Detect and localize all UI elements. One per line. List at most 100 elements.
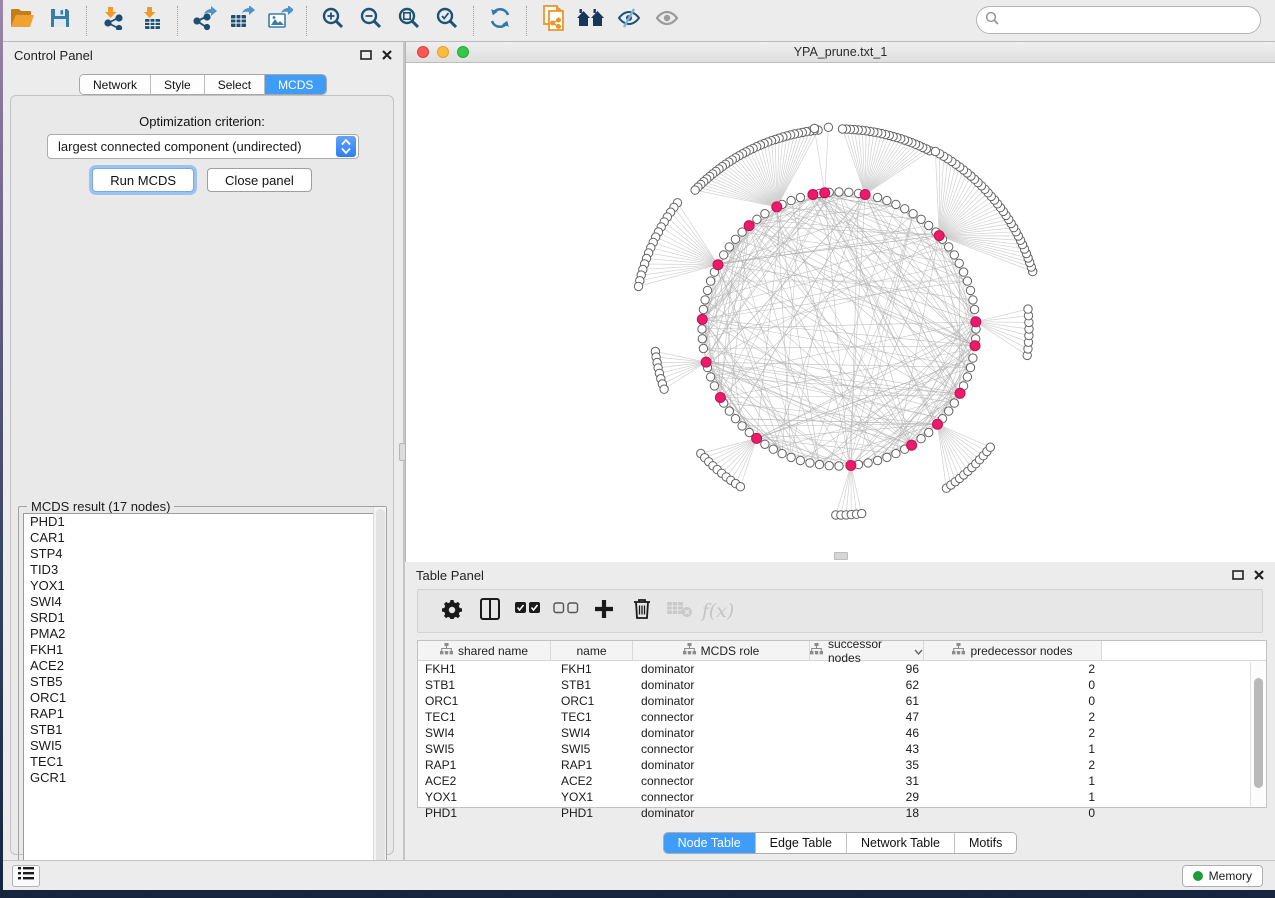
- search-input[interactable]: [1004, 13, 1260, 28]
- hide-selected-button[interactable]: [612, 5, 646, 37]
- table-row[interactable]: RAP1RAP1dominator352: [418, 757, 1266, 773]
- control-panel: Control Panel Network Style Select MCDS …: [3, 42, 403, 860]
- memory-button[interactable]: Memory: [1182, 865, 1263, 887]
- column-header-predecessor-nodes[interactable]: predecessor nodes: [924, 641, 1102, 660]
- result-list-item[interactable]: SRD1: [24, 610, 381, 626]
- table-row[interactable]: FKH1FKH1dominator962: [418, 661, 1266, 677]
- result-list-item[interactable]: STP4: [24, 546, 381, 562]
- table-cell: STB1: [418, 677, 551, 693]
- result-list-item[interactable]: YOX1: [24, 578, 381, 594]
- unselect-all-button[interactable]: [547, 594, 585, 628]
- delete-column-button[interactable]: [623, 594, 661, 628]
- network-splitter-handle[interactable]: [834, 552, 848, 560]
- mcds-result-list[interactable]: PHD1CAR1STP4TID3YOX1SWI4SRD1PMA2FKH1ACE2…: [23, 513, 382, 875]
- open-file-button[interactable]: [5, 5, 39, 37]
- close-panel-icon[interactable]: [1253, 568, 1265, 586]
- optimization-criterion-label: Optimization criterion:: [11, 114, 393, 129]
- close-panel-icon[interactable]: [381, 48, 393, 66]
- show-columns-button[interactable]: [471, 594, 509, 628]
- table-row[interactable]: TEC1TEC1connector472: [418, 709, 1266, 725]
- column-header-name[interactable]: name: [551, 641, 633, 660]
- tab-style[interactable]: Style: [151, 75, 205, 94]
- result-list-item[interactable]: PHD1: [24, 514, 381, 530]
- table-cell: 2: [924, 709, 1102, 725]
- zoom-out-button[interactable]: [354, 5, 388, 37]
- table-row[interactable]: SWI5SWI5connector431: [418, 741, 1266, 757]
- scrollbar-thumb[interactable]: [376, 509, 385, 877]
- search-icon: [985, 11, 999, 30]
- column-tree-icon: [952, 643, 965, 658]
- mcds-result-scrollbar[interactable]: [373, 507, 386, 879]
- tab-edge-table[interactable]: Edge Table: [756, 833, 847, 853]
- import-table-icon: [139, 6, 163, 35]
- table-row[interactable]: PHD1PHD1dominator180: [418, 805, 1266, 821]
- table-settings-button[interactable]: [433, 594, 471, 628]
- zoom-selected-button[interactable]: [430, 5, 464, 37]
- show-all-button[interactable]: [650, 5, 684, 37]
- result-list-item[interactable]: STB1: [24, 722, 381, 738]
- zoom-in-button[interactable]: [316, 5, 350, 37]
- result-list-item[interactable]: FKH1: [24, 642, 381, 658]
- table-scrollbar[interactable]: [1250, 662, 1265, 806]
- result-list-item[interactable]: ORC1: [24, 690, 381, 706]
- save-session-button[interactable]: [43, 5, 77, 37]
- create-column-button[interactable]: [585, 594, 623, 628]
- tab-select[interactable]: Select: [205, 75, 265, 94]
- column-tree-icon: [810, 643, 823, 658]
- table-cell: ACE2: [551, 773, 633, 789]
- result-list-item[interactable]: ACE2: [24, 658, 381, 674]
- result-list-item[interactable]: TEC1: [24, 754, 381, 770]
- optimization-criterion-select[interactable]: largest connected component (undirected): [47, 134, 359, 159]
- refresh-view-button[interactable]: [483, 5, 517, 37]
- column-header-successor-nodes[interactable]: successor nodes: [810, 641, 924, 660]
- float-panel-icon[interactable]: [360, 48, 372, 66]
- task-history-button[interactable]: [12, 865, 40, 887]
- export-table-button[interactable]: [225, 5, 259, 37]
- delete-table-button[interactable]: [661, 594, 699, 628]
- tab-mcds[interactable]: MCDS: [265, 75, 326, 94]
- tab-motifs[interactable]: Motifs: [955, 833, 1016, 853]
- select-all-button[interactable]: [509, 594, 547, 628]
- export-image-button[interactable]: [263, 5, 297, 37]
- table-cell: SWI5: [551, 741, 633, 757]
- export-network-button[interactable]: [187, 5, 221, 37]
- import-network-button[interactable]: [96, 5, 130, 37]
- zoom-selected-icon: [435, 6, 459, 35]
- result-list-item[interactable]: TID3: [24, 562, 381, 578]
- table-cell: 1: [924, 741, 1102, 757]
- result-list-item[interactable]: CAR1: [24, 530, 381, 546]
- tab-network-table[interactable]: Network Table: [847, 833, 955, 853]
- result-list-item[interactable]: STB5: [24, 674, 381, 690]
- import-table-button[interactable]: [134, 5, 168, 37]
- table-row[interactable]: ORC1ORC1dominator610: [418, 693, 1266, 709]
- column-header-mcds-role[interactable]: MCDS role: [633, 641, 810, 660]
- table-panel: Table Panel f(x): [405, 562, 1275, 860]
- network-canvas[interactable]: [406, 63, 1275, 562]
- close-panel-button[interactable]: Close panel: [207, 168, 312, 192]
- toolbar-separator: [177, 6, 178, 36]
- tab-node-table[interactable]: Node Table: [664, 833, 756, 853]
- tab-network[interactable]: Network: [80, 75, 151, 94]
- result-list-item[interactable]: GCR1: [24, 770, 381, 786]
- network-graph[interactable]: [406, 63, 1275, 561]
- float-panel-icon[interactable]: [1232, 568, 1244, 586]
- column-header-shared-name[interactable]: shared name: [418, 641, 551, 660]
- function-builder-button[interactable]: f(x): [699, 594, 737, 628]
- toolbar-separator: [526, 6, 527, 36]
- run-mcds-button[interactable]: Run MCDS: [92, 168, 194, 192]
- zoom-fit-button[interactable]: [392, 5, 426, 37]
- table-row[interactable]: STB1STB1dominator620: [418, 677, 1266, 693]
- result-list-item[interactable]: SWI5: [24, 738, 381, 754]
- table-row[interactable]: YOX1YOX1connector291: [418, 789, 1266, 805]
- clone-network-button[interactable]: [536, 5, 570, 37]
- table-row[interactable]: SWI4SWI4dominator462: [418, 725, 1266, 741]
- scrollbar-thumb[interactable]: [1254, 678, 1263, 788]
- table-row[interactable]: ACE2ACE2connector311: [418, 773, 1266, 789]
- table-cell: 1: [924, 789, 1102, 805]
- dropdown-stepper-icon: [336, 136, 356, 157]
- result-list-item[interactable]: RAP1: [24, 706, 381, 722]
- result-list-item[interactable]: SWI4: [24, 594, 381, 610]
- first-neighbors-button[interactable]: [574, 5, 608, 37]
- result-list-item[interactable]: PMA2: [24, 626, 381, 642]
- table-cell: 0: [924, 677, 1102, 693]
